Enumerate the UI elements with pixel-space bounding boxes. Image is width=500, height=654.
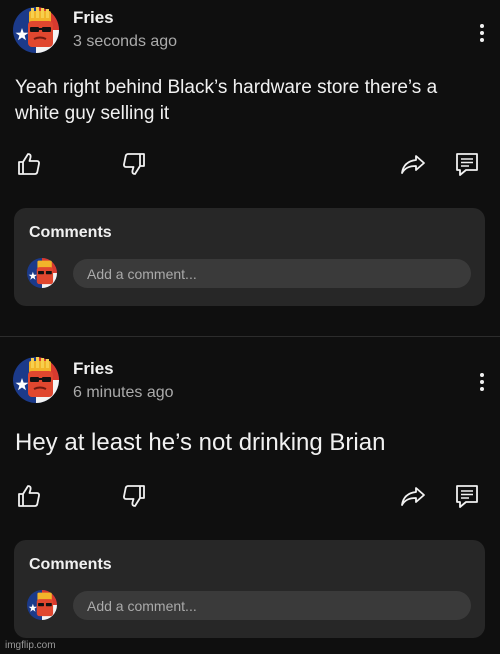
author-name[interactable]: Fries bbox=[73, 359, 114, 379]
post-text: Hey at least he’s not drinking Brian bbox=[15, 429, 386, 456]
more-vertical-icon[interactable] bbox=[474, 20, 490, 46]
comment-input[interactable]: Add a comment... bbox=[73, 259, 471, 288]
user-avatar bbox=[27, 590, 57, 620]
community-post: Fries 3 seconds ago Yeah right behind Bl… bbox=[0, 0, 500, 336]
community-post: Fries 6 minutes ago Hey at least he’s no… bbox=[0, 337, 500, 654]
comments-panel[interactable]: Comments Add a comment... bbox=[14, 208, 485, 306]
author-avatar[interactable] bbox=[13, 357, 59, 403]
post-timestamp: 3 seconds ago bbox=[73, 33, 178, 50]
user-avatar bbox=[27, 258, 57, 288]
author-avatar[interactable] bbox=[13, 7, 59, 53]
comments-title: Comments bbox=[29, 224, 112, 241]
thumbs-up-icon[interactable] bbox=[16, 151, 42, 177]
thumbs-down-icon[interactable] bbox=[121, 483, 147, 509]
thumbs-down-icon[interactable] bbox=[121, 151, 147, 177]
watermark: imgflip.com bbox=[5, 640, 56, 651]
comment-input[interactable]: Add a comment... bbox=[73, 591, 471, 620]
share-icon[interactable] bbox=[400, 151, 426, 177]
post-text: Yeah right behind Black’s hardware store… bbox=[15, 77, 438, 124]
post-timestamp: 6 minutes ago bbox=[73, 384, 174, 401]
comments-title: Comments bbox=[29, 556, 112, 573]
more-vertical-icon[interactable] bbox=[474, 369, 490, 395]
share-icon[interactable] bbox=[400, 483, 426, 509]
comment-icon[interactable] bbox=[454, 483, 480, 509]
thumbs-up-icon[interactable] bbox=[16, 483, 42, 509]
comments-panel[interactable]: Comments Add a comment... bbox=[14, 540, 485, 638]
comment-icon[interactable] bbox=[454, 151, 480, 177]
author-name[interactable]: Fries bbox=[73, 8, 114, 28]
